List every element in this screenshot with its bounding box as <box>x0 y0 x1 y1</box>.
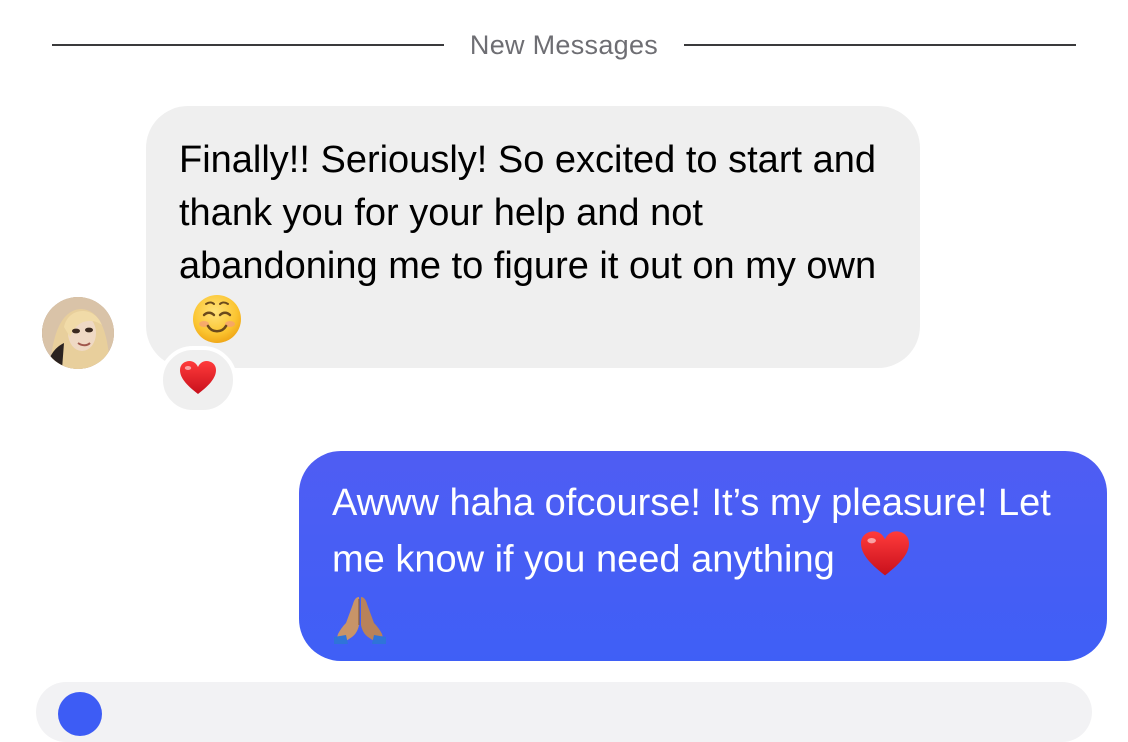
heart-icon <box>179 360 217 401</box>
divider-label: New Messages <box>469 29 659 60</box>
camera-button[interactable] <box>58 692 102 736</box>
outgoing-message-bubble[interactable]: Awww haha ofcourse! It’s my pleasure! Le… <box>299 451 1107 661</box>
folded-hands-icon <box>332 593 388 660</box>
divider-line-left <box>52 44 444 46</box>
avatar[interactable] <box>42 297 114 369</box>
avatar-photo <box>42 297 114 369</box>
message-composer[interactable] <box>36 682 1092 742</box>
incoming-message-bubble[interactable]: Finally!! Seriously! So excited to start… <box>146 106 920 368</box>
outgoing-message-text: Awww haha ofcourse! It’s my pleasure! Le… <box>332 482 1051 581</box>
heart-reaction[interactable] <box>159 346 237 414</box>
new-messages-divider: New Messages <box>52 25 1077 65</box>
divider-line-right <box>684 44 1077 46</box>
incoming-message-text: Finally!! Seriously! So excited to start… <box>179 139 877 287</box>
heart-icon <box>859 530 911 593</box>
